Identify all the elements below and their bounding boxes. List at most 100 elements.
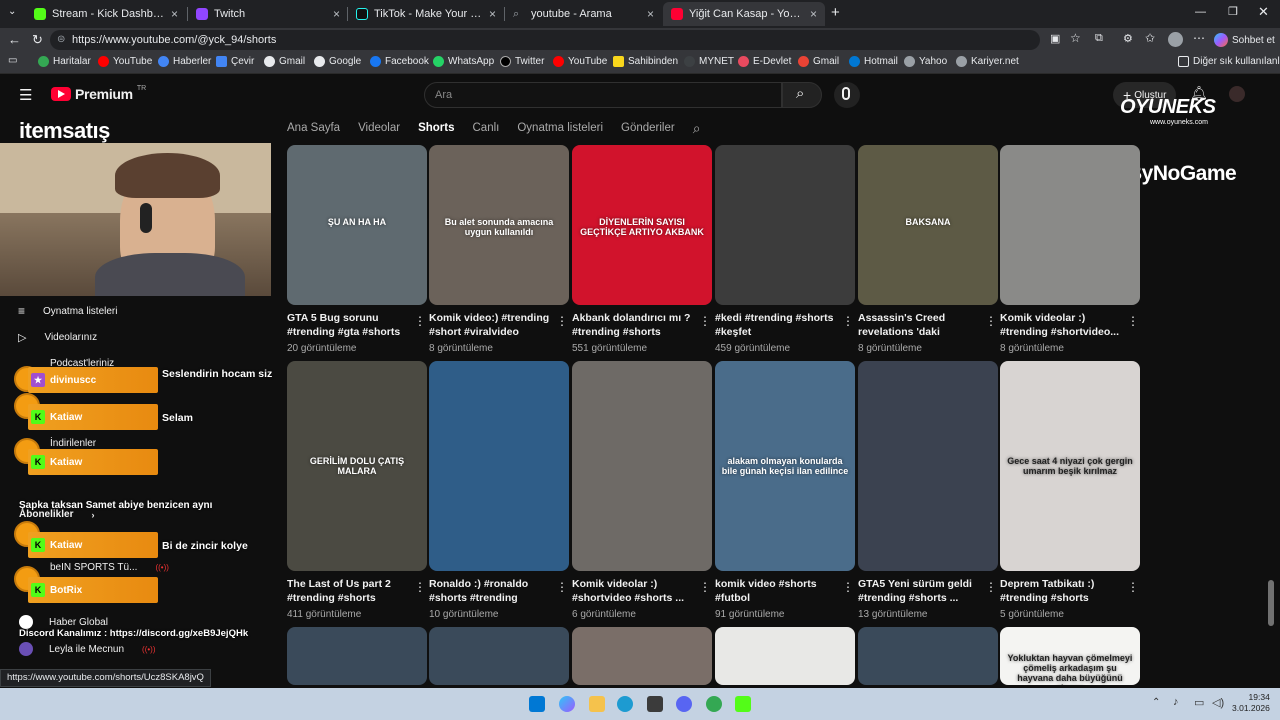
tab-shorts[interactable]: Shorts bbox=[418, 122, 454, 138]
sidebar-sub-haber-global[interactable]: Haber Global bbox=[19, 615, 108, 629]
bookmark-item[interactable]: Google bbox=[314, 56, 361, 67]
bookmark-item[interactable]: Hotmail bbox=[849, 56, 898, 67]
extensions-icon[interactable]: ⧉ bbox=[1095, 32, 1103, 45]
short-thumbnail[interactable] bbox=[572, 627, 712, 685]
profile-avatar[interactable] bbox=[1168, 32, 1183, 47]
more-options-icon[interactable]: ⋮ bbox=[1127, 314, 1139, 328]
short-title[interactable]: komik video #shorts #futbol bbox=[715, 577, 837, 605]
tab-kick[interactable]: Stream - Kick Dashboard × bbox=[26, 2, 186, 26]
short-thumbnail[interactable] bbox=[715, 627, 855, 685]
kick-app-icon[interactable] bbox=[735, 696, 751, 712]
short-thumbnail[interactable] bbox=[429, 361, 569, 571]
more-options-icon[interactable]: ⋮ bbox=[414, 580, 426, 594]
favorites-icon[interactable]: ✩ bbox=[1145, 31, 1155, 45]
short-title[interactable]: Komik videolar :) #shortvideo #shorts ..… bbox=[572, 577, 694, 605]
tab-tiktok[interactable]: TikTok - Make Your Day × bbox=[348, 2, 504, 26]
edge-icon[interactable] bbox=[617, 696, 633, 712]
bookmark-item[interactable]: E-Devlet bbox=[738, 56, 791, 67]
bookmark-item[interactable]: Sahibinden bbox=[613, 56, 678, 67]
sidebar-item-your-videos[interactable]: ▷ Videolarınız bbox=[18, 331, 97, 344]
more-options-icon[interactable]: ⋮ bbox=[556, 580, 568, 594]
back-arrow-icon[interactable]: ← bbox=[8, 32, 21, 47]
short-thumbnail[interactable] bbox=[858, 361, 998, 571]
site-info-icon[interactable]: ⊜ bbox=[57, 30, 65, 50]
bookmark-item[interactable]: WhatsApp bbox=[433, 56, 494, 67]
short-thumbnail[interactable] bbox=[287, 627, 427, 685]
short-title[interactable]: Akbank dolandırıcı mı ? #trending #short… bbox=[572, 311, 694, 339]
bookmark-item[interactable]: Twitter bbox=[500, 56, 544, 67]
short-title[interactable]: GTA5 Yeni sürüm geldi #trending #shorts … bbox=[858, 577, 980, 605]
collections-icon[interactable]: ⚙ bbox=[1123, 32, 1133, 45]
bookmark-item[interactable]: Çevir bbox=[216, 56, 254, 67]
youtube-premium-logo[interactable]: Premium TR bbox=[51, 85, 146, 102]
channel-search-icon[interactable]: ⌕ bbox=[693, 120, 701, 136]
close-icon[interactable]: × bbox=[810, 7, 817, 21]
bookmark-item[interactable]: Kariyer.net bbox=[956, 56, 1019, 67]
hamburger-menu-icon[interactable]: ☰ bbox=[19, 86, 32, 104]
maximize-button[interactable]: ❐ bbox=[1228, 5, 1238, 18]
short-title[interactable]: GTA 5 Bug sorunu #trending #gta #shorts bbox=[287, 311, 409, 339]
sidebar-sub-bein[interactable]: beIN SPORTS Tü... ((•)) bbox=[50, 562, 169, 573]
tab-posts[interactable]: Gönderiler bbox=[621, 122, 675, 138]
bookmark-item[interactable]: Facebook bbox=[370, 56, 429, 67]
split-screen-icon[interactable]: ▣ bbox=[1050, 32, 1060, 45]
tab-home[interactable]: Ana Sayfa bbox=[287, 122, 340, 138]
tab-menu-icon[interactable]: ⌄ bbox=[8, 6, 16, 17]
minimize-button[interactable]: — bbox=[1195, 6, 1206, 18]
more-options-icon[interactable]: ⋮ bbox=[985, 314, 997, 328]
file-explorer-icon[interactable] bbox=[589, 696, 605, 712]
bookmark-item[interactable]: Gmail bbox=[264, 56, 305, 67]
more-options-icon[interactable]: ⋮ bbox=[842, 580, 854, 594]
more-options-icon[interactable]: ⋮ bbox=[699, 314, 711, 328]
short-thumbnail[interactable]: GERİLİM DOLU ÇATIŞ MALARA bbox=[287, 361, 427, 571]
short-thumbnail[interactable] bbox=[429, 627, 569, 685]
search-input[interactable]: Ara bbox=[424, 82, 782, 108]
chrome-icon[interactable] bbox=[706, 696, 722, 712]
more-options-icon[interactable]: ⋮ bbox=[985, 580, 997, 594]
close-icon[interactable]: × bbox=[333, 7, 340, 21]
close-window-button[interactable]: ✕ bbox=[1258, 4, 1269, 20]
short-thumbnail[interactable] bbox=[572, 361, 712, 571]
discord-icon[interactable] bbox=[676, 696, 692, 712]
tab-youtube-channel[interactable]: Yiğit Can Kasap - YouTube × bbox=[663, 2, 825, 26]
short-thumbnail[interactable]: alakam olmayan konularda bile günah keçi… bbox=[715, 361, 855, 571]
bookmark-item[interactable]: Yahoo bbox=[904, 56, 947, 67]
reading-list-icon[interactable]: ▭ bbox=[8, 55, 17, 66]
tab-playlists[interactable]: Oynatma listeleri bbox=[517, 122, 603, 138]
short-thumbnail[interactable]: Yokluktan hayvan çömelmeyi çömeliş arkad… bbox=[1000, 627, 1140, 685]
close-icon[interactable]: × bbox=[171, 7, 178, 21]
short-thumbnail[interactable]: Bu alet sonunda amacına uygun kullanıldı bbox=[429, 145, 569, 305]
short-title[interactable]: Ronaldo :) #ronaldo #shorts #trending bbox=[429, 577, 551, 605]
clock[interactable]: 19:34 3.01.2026 bbox=[1232, 692, 1270, 714]
voice-search-button[interactable] bbox=[834, 82, 860, 108]
bookmark-item[interactable]: MYNET bbox=[684, 56, 734, 67]
short-thumbnail[interactable]: BAKSANA bbox=[858, 145, 998, 305]
windows-start-icon[interactable] bbox=[529, 696, 545, 712]
url-field[interactable]: ⊜ https://www.youtube.com/@yck_94/shorts bbox=[50, 30, 1040, 50]
copilot-icon[interactable] bbox=[559, 696, 575, 712]
bookmark-item[interactable]: Haberler bbox=[158, 56, 211, 67]
short-title[interactable]: Assassin's Creed revelations 'daki ayrın… bbox=[858, 311, 980, 339]
short-thumbnail[interactable]: ŞU AN HA HA bbox=[287, 145, 427, 305]
short-title[interactable]: Komik video:) #trending #short #viralvid… bbox=[429, 311, 551, 339]
tab-twitch[interactable]: Twitch × bbox=[188, 2, 348, 26]
more-options-icon[interactable]: ⋮ bbox=[699, 580, 711, 594]
tab-youtube-search[interactable]: ⌕ youtube - Arama × bbox=[505, 2, 662, 26]
short-thumbnail[interactable] bbox=[858, 627, 998, 685]
sidebar-item-playlists[interactable]: ≡ Oynatma listeleri bbox=[18, 304, 117, 318]
short-title[interactable]: #kedi #trending #shorts #keşfet bbox=[715, 311, 837, 339]
network-icon[interactable]: ▭ bbox=[1194, 696, 1204, 709]
close-icon[interactable]: × bbox=[489, 7, 496, 21]
short-thumbnail[interactable]: Gece saat 4 niyazi çok gergin umarım beş… bbox=[1000, 361, 1140, 571]
close-icon[interactable]: × bbox=[647, 7, 654, 21]
more-options-icon[interactable]: ⋮ bbox=[1127, 580, 1139, 594]
microphone-tray-icon[interactable]: ♪ bbox=[1173, 696, 1179, 708]
short-thumbnail[interactable]: DİYENLERİN SAYISI GEÇTİKÇE ARTIYO AKBANK bbox=[572, 145, 712, 305]
more-options-icon[interactable]: ⋮ bbox=[842, 314, 854, 328]
short-title[interactable]: Komik videolar :) #trending #shortvideo.… bbox=[1000, 311, 1122, 339]
more-options-icon[interactable]: ⋮ bbox=[414, 314, 426, 328]
other-bookmarks[interactable]: Diğer sık kullanılanlar bbox=[1178, 56, 1280, 67]
volume-icon[interactable]: ◁) bbox=[1212, 696, 1224, 709]
short-title[interactable]: Deprem Tatbikatı :) #trending #shorts bbox=[1000, 577, 1122, 605]
store-icon[interactable] bbox=[647, 696, 663, 712]
